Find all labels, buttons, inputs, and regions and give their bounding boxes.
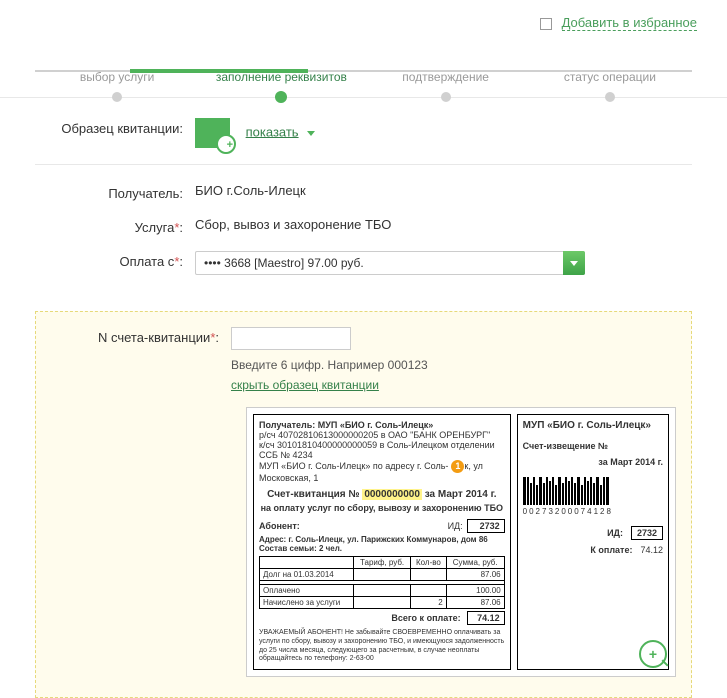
hide-sample-link[interactable]: скрыть образец квитанции xyxy=(231,378,379,392)
payfrom-select[interactable]: •••• 3668 [Maestro] 97.00 руб. xyxy=(195,251,585,275)
chevron-down-icon xyxy=(570,261,578,266)
account-input-block: N счета-квитанции*: Введите 6 цифр. Напр… xyxy=(35,311,692,698)
progress-bar: выбор услуги заполнение реквизитов подтв… xyxy=(0,70,727,98)
step-status: статус операции xyxy=(528,70,692,103)
highlight-badge-icon: 1 xyxy=(451,460,464,473)
account-label: N счета-квитанции*: xyxy=(36,327,231,345)
service-label: Услуга*: xyxy=(35,217,195,235)
step-fill-details: заполнение реквизитов xyxy=(199,70,363,103)
payfrom-label: Оплата с*: xyxy=(35,251,195,269)
payfrom-selected-value: •••• 3668 [Maestro] 97.00 руб. xyxy=(195,251,585,275)
service-value: Сбор, вывоз и захоронение ТБО xyxy=(195,217,692,232)
plus-icon: + xyxy=(649,646,657,662)
payfrom-dropdown-button[interactable] xyxy=(563,251,585,275)
receipt-sample: Получатель: МУП «БИО г. Соль-Илецк» р/сч… xyxy=(246,407,676,677)
sample-receipt-label: Образец квитанции: xyxy=(35,118,195,136)
show-sample-link[interactable]: показать xyxy=(246,124,299,139)
document-icon: + xyxy=(195,118,230,148)
add-favorite-link[interactable]: Добавить в избранное xyxy=(562,15,697,31)
zoom-in-button[interactable]: + xyxy=(639,640,667,668)
recipient-label: Получатель: xyxy=(35,183,195,201)
recipient-value: БИО г.Соль-Илецк xyxy=(195,183,692,198)
step-confirm: подтверждение xyxy=(364,70,528,103)
barcode-icon xyxy=(523,477,663,505)
account-helper-text: Введите 6 цифр. Например 000123 xyxy=(231,358,691,372)
chevron-down-icon xyxy=(307,131,315,136)
step-select-service: выбор услуги xyxy=(35,70,199,103)
favorite-icon xyxy=(540,18,552,30)
account-number-input[interactable] xyxy=(231,327,351,350)
